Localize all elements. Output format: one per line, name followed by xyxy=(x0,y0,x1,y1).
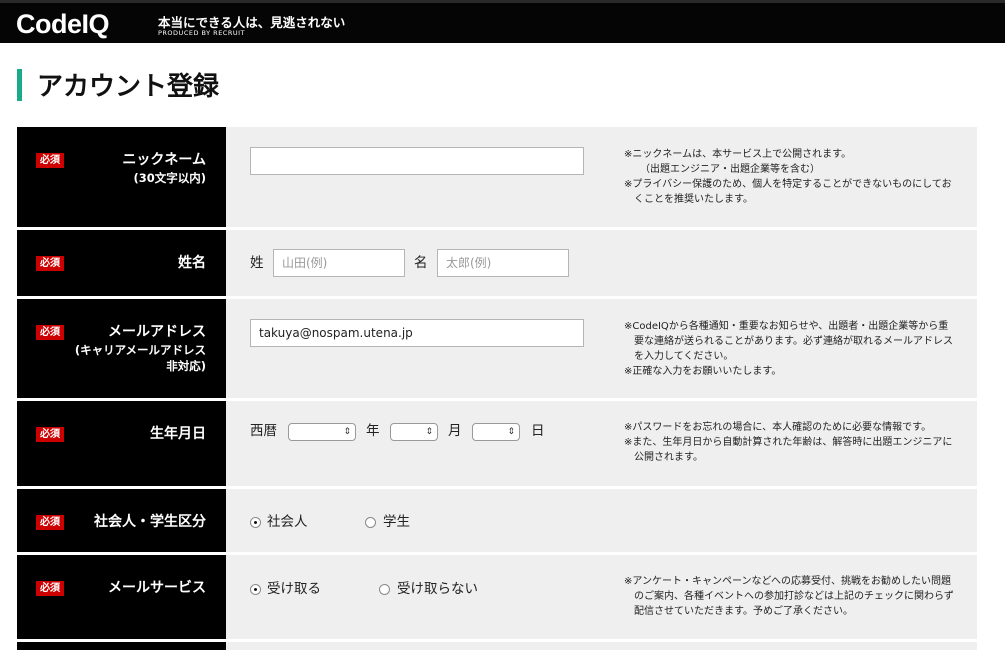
note-line: を入力してください。 xyxy=(634,351,734,362)
note-line: 公開されます。 xyxy=(634,452,703,463)
name-label: 姓名 xyxy=(178,255,206,271)
radio-not-receive-label[interactable]: 受け取らない xyxy=(397,581,478,597)
radio-student[interactable] xyxy=(365,517,376,528)
next-row-label-cell xyxy=(17,642,226,650)
codeiq-logo[interactable]: CodeIQ xyxy=(16,9,110,40)
select-arrows-icon: ⇕ xyxy=(343,427,351,437)
note-line: 要な連絡が送られることがあります。必ず連絡が取れるメールアドレス xyxy=(634,336,953,347)
radio-student-label[interactable]: 学生 xyxy=(383,514,410,530)
mei-input[interactable]: 太郎(例) xyxy=(437,249,569,277)
birthday-notes: ※パスワードをお忘れの場合に、本人確認のために必要な情報です。 ※また、生年月日… xyxy=(624,420,952,465)
required-badge: 必須 xyxy=(36,256,64,271)
era-label: 西暦 xyxy=(250,423,277,439)
required-badge: 必須 xyxy=(36,581,64,596)
sei-input[interactable]: 山田(例) xyxy=(273,249,405,277)
radio-not-receive[interactable] xyxy=(379,584,390,595)
birthday-row: 必須 生年月日 西暦 ⇕ 年 ⇕ 月 ⇕ 日 ※パスワードをお忘れの場合に、本人… xyxy=(17,401,977,486)
produced-by-text: PRODUCED BY RECRUIT xyxy=(158,29,245,37)
note-line: ※ニックネームは、本サービス上で公開されます。 xyxy=(624,149,852,160)
email-label-wrap: メールアドレス (キャリアメールアドレス 非対応) xyxy=(75,323,206,374)
status-label: 社会人・学生区分 xyxy=(94,514,206,530)
email-label: メールアドレス xyxy=(108,324,206,340)
birthday-label-cell: 必須 生年月日 xyxy=(17,401,226,486)
select-arrows-icon: ⇕ xyxy=(425,427,433,437)
title-accent-bar xyxy=(17,69,22,101)
radio-receive[interactable] xyxy=(250,584,261,595)
mail-service-label: メールサービス xyxy=(108,580,206,596)
note-line: のご案内、各種イベントへの参加打診などは上記のチェックに関わらず xyxy=(634,591,954,602)
note-line: くことを推奨いたします。 xyxy=(634,194,753,205)
mail-service-notes: ※アンケート・キャンペーンなどへの応募受付、挑戦をお勧めしたい問題 のご案内、各… xyxy=(624,574,954,619)
nickname-row: 必須 ニックネーム (30文字以内) ※ニックネームは、本サービス上で公開されま… xyxy=(17,127,977,227)
email-label-cell: 必須 メールアドレス (キャリアメールアドレス 非対応) xyxy=(17,299,226,398)
select-arrows-icon: ⇕ xyxy=(507,427,515,437)
year-label: 年 xyxy=(366,423,380,439)
sei-label: 姓 xyxy=(250,255,264,271)
year-select[interactable]: ⇕ xyxy=(288,423,356,441)
mail-service-label-cell: 必須 メールサービス xyxy=(17,555,226,639)
note-line: （出題エンジニア・出題企業等を含む） xyxy=(640,164,820,175)
nickname-input[interactable] xyxy=(250,147,584,175)
nickname-label: ニックネーム xyxy=(122,152,206,168)
note-line: ※アンケート・キャンペーンなどへの応募受付、挑戦をお勧めしたい問題 xyxy=(624,576,951,587)
day-select[interactable]: ⇕ xyxy=(472,423,520,441)
mei-label: 名 xyxy=(414,255,428,271)
note-line: ※CodeIQから各種通知・重要なお知らせや、出題者・出題企業等から重 xyxy=(624,321,949,332)
nickname-notes: ※ニックネームは、本サービス上で公開されます。 （出題エンジニア・出題企業等を含… xyxy=(624,147,952,207)
nickname-label-wrap: ニックネーム (30文字以内) xyxy=(122,151,206,186)
status-label-cell: 必須 社会人・学生区分 xyxy=(17,489,226,552)
month-label: 月 xyxy=(448,423,462,439)
note-line: ※パスワードをお忘れの場合に、本人確認のために必要な情報です。 xyxy=(624,422,932,433)
radio-working-adult-label[interactable]: 社会人 xyxy=(267,514,308,530)
status-row: 必須 社会人・学生区分 社会人 学生 xyxy=(17,489,977,552)
birthday-label: 生年月日 xyxy=(150,426,206,442)
page-title: アカウント登録 xyxy=(37,72,220,102)
email-notes: ※CodeIQから各種通知・重要なお知らせや、出題者・出題企業等から重 要な連絡… xyxy=(624,319,953,379)
day-label: 日 xyxy=(531,423,545,439)
name-label-cell: 必須 姓名 xyxy=(17,230,226,296)
next-row-partial xyxy=(17,642,977,650)
email-row: 必須 メールアドレス (キャリアメールアドレス 非対応) takuya@nosp… xyxy=(17,299,977,398)
required-badge: 必須 xyxy=(36,427,64,442)
required-badge: 必須 xyxy=(36,515,64,530)
site-header: CodeIQ 本当にできる人は、見逃されない PRODUCED BY RECRU… xyxy=(0,0,1005,43)
mail-service-row: 必須 メールサービス 受け取る 受け取らない ※アンケート・キャンペーンなどへの… xyxy=(17,555,977,639)
note-line: ※正確な入力をお願いいたします。 xyxy=(624,366,782,377)
email-input[interactable]: takuya@nospam.utena.jp xyxy=(250,319,584,347)
note-line: ※プライバシー保護のため、個人を特定することができないものにしてお xyxy=(624,179,952,190)
note-line: 配信させていただきます。予めご了承ください。 xyxy=(634,606,853,617)
nickname-label-cell: 必須 ニックネーム (30文字以内) xyxy=(17,127,226,227)
radio-receive-label[interactable]: 受け取る xyxy=(267,581,321,597)
name-row: 必須 姓名 姓 山田(例) 名 太郎(例) xyxy=(17,230,977,296)
note-line: ※また、生年月日から自動計算された年齢は、解答時に出題エンジニアに xyxy=(624,437,953,448)
required-badge: 必須 xyxy=(36,153,64,168)
required-badge: 必須 xyxy=(36,325,64,340)
radio-working-adult[interactable] xyxy=(250,517,261,528)
nickname-sublabel: (30文字以内) xyxy=(133,171,206,185)
email-sublabel-2: 非対応) xyxy=(166,359,206,373)
email-sublabel-1: (キャリアメールアドレス xyxy=(74,343,206,357)
month-select[interactable]: ⇕ xyxy=(390,423,438,441)
